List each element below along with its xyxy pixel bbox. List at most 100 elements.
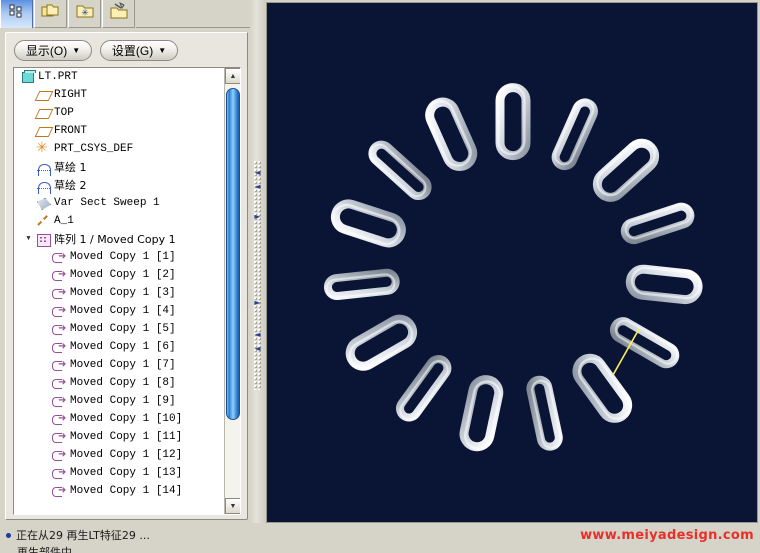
tree-item[interactable]: Moved Copy 1 [8] — [14, 374, 225, 392]
scroll-up-button[interactable]: ▲ — [225, 68, 240, 84]
tree-item-label: Moved Copy 1 [11] — [70, 431, 183, 443]
tree-item-label: Moved Copy 1 [14] — [70, 485, 183, 497]
tree-item[interactable]: Moved Copy 1 [14] — [14, 482, 225, 500]
tree-item-label: Var Sect Sweep 1 — [54, 197, 160, 209]
status-bar: 正在从29 再生LT特征29 ... 再生部件中… www.meiyadesig… — [0, 523, 760, 553]
scrollbar-track[interactable] — [225, 84, 240, 498]
tree-item[interactable]: Moved Copy 1 [11] — [14, 428, 225, 446]
chain-link[interactable] — [396, 356, 452, 424]
moved-copy-icon — [52, 303, 67, 319]
chain-link[interactable] — [629, 266, 701, 301]
status-bullet-icon — [6, 532, 11, 538]
moved-copy-icon — [52, 429, 67, 445]
chain-link[interactable] — [622, 203, 694, 243]
tree-item-label: Moved Copy 1 [3] — [70, 287, 176, 299]
tree-item[interactable]: PRT_CSYS_DEF — [14, 140, 225, 158]
folders-icon — [41, 2, 61, 25]
chain-link[interactable] — [423, 96, 477, 171]
moved-copy-icon — [52, 249, 67, 265]
panel-splitter[interactable]: ◄ ◄ ► ► ◄ ◄ — [250, 0, 266, 523]
show-menu-button[interactable]: 显示(O) ▼ — [14, 40, 92, 61]
chain-link[interactable] — [367, 140, 432, 201]
chain-link[interactable] — [551, 98, 597, 169]
moved-copy-icon — [52, 447, 67, 463]
tree-item-label: LT.PRT — [38, 71, 78, 83]
tree-item[interactable]: Moved Copy 1 [2] — [14, 266, 225, 284]
settings-menu-button[interactable]: 设置(G) ▼ — [100, 40, 178, 61]
part-icon — [20, 70, 36, 84]
tree-item[interactable]: LT.PRT — [14, 68, 225, 86]
chain-link[interactable] — [591, 136, 661, 203]
chain-link[interactable] — [330, 200, 405, 248]
tree-item[interactable]: Moved Copy 1 [13] — [14, 464, 225, 482]
chain-links — [326, 86, 701, 451]
tree-item[interactable]: Moved Copy 1 [12] — [14, 446, 225, 464]
splitter-expand-right-icon[interactable]: ► — [253, 212, 262, 221]
splitter-collapse-left-icon[interactable]: ◄ — [253, 330, 262, 339]
moved-copy-icon — [52, 465, 67, 481]
splitter-collapse-left-icon[interactable]: ◄ — [253, 168, 262, 177]
tree-item-label: Moved Copy 1 [8] — [70, 377, 176, 389]
tree-item[interactable]: A_1 — [14, 212, 225, 230]
tree-item[interactable]: Moved Copy 1 [10] — [14, 410, 225, 428]
tree-vertical-scrollbar[interactable]: ▲ ▼ — [224, 68, 240, 514]
tree-item[interactable]: 草绘 1 — [14, 158, 225, 176]
graphics-viewport[interactable] — [266, 2, 758, 523]
chain-link[interactable] — [498, 86, 526, 156]
chain-link[interactable] — [529, 378, 562, 450]
scroll-down-button[interactable]: ▼ — [225, 498, 240, 514]
splitter-expand-right-icon[interactable]: ► — [253, 298, 262, 307]
status-message-text: 正在从29 再生LT特征29 ... — [16, 529, 150, 542]
tree-item[interactable]: Moved Copy 1 [5] — [14, 320, 225, 338]
plane-icon — [36, 106, 51, 120]
tree-item[interactable]: Moved Copy 1 [1] — [14, 248, 225, 266]
tree-item-label: PRT_CSYS_DEF — [54, 143, 134, 155]
folder-browser-tab[interactable] — [34, 0, 67, 28]
model-tree-icon — [8, 3, 26, 26]
tree-item-label: Moved Copy 1 [9] — [70, 395, 176, 407]
splitter-collapse-left-icon[interactable]: ◄ — [253, 344, 262, 353]
tree-item[interactable]: Moved Copy 1 [4] — [14, 302, 225, 320]
tree-item-label: Moved Copy 1 [10] — [70, 413, 183, 425]
tree-item[interactable]: Moved Copy 1 [6] — [14, 338, 225, 356]
tree-item[interactable]: Moved Copy 1 [9] — [14, 392, 225, 410]
moved-copy-icon — [52, 483, 67, 499]
plane-icon — [36, 124, 51, 138]
tree-item[interactable]: Moved Copy 1 [3] — [14, 284, 225, 302]
tree-expand-toggle[interactable]: ▼ — [23, 234, 34, 245]
chain-link[interactable] — [326, 272, 397, 299]
tree-item-label: Moved Copy 1 [6] — [70, 341, 176, 353]
tree-item[interactable]: FRONT — [14, 122, 225, 140]
show-menu-label: 显示(O) — [25, 44, 68, 58]
chain-link[interactable] — [572, 352, 635, 425]
scrollbar-thumb[interactable] — [226, 88, 240, 420]
tree-item[interactable]: RIGHT — [14, 86, 225, 104]
tree-item[interactable]: TOP — [14, 104, 225, 122]
tree-item[interactable]: ▼ 阵列 1 / Moved Copy 1 — [14, 230, 225, 248]
model-tree-listbox[interactable]: LT.PRT RIGHT TOP FRONT PRT_CSYS_DEF 草绘 1 草绘 2 V… — [13, 67, 241, 515]
chain-link[interactable] — [461, 377, 502, 451]
tree-item-label: Moved Copy 1 [5] — [70, 323, 176, 335]
tree-item-label: 草绘 1 — [54, 161, 87, 174]
sweep-icon — [36, 196, 51, 210]
tree-item[interactable]: 草绘 2 — [14, 176, 225, 194]
tree-item[interactable]: Var Sect Sweep 1 — [14, 194, 225, 212]
chain-link[interactable] — [344, 314, 418, 373]
tree-item-label: A_1 — [54, 215, 74, 227]
model-tree-items: LT.PRT RIGHT TOP FRONT PRT_CSYS_DEF 草绘 1 草绘 2 V… — [14, 68, 225, 514]
moved-copy-icon — [52, 285, 67, 301]
triangle-up-icon: ▲ — [229, 72, 237, 80]
tree-item[interactable]: Moved Copy 1 [7] — [14, 356, 225, 374]
favorites-folder-tab[interactable]: ✳ — [68, 0, 101, 28]
moved-copy-icon — [52, 411, 67, 427]
model-tree-tab[interactable] — [0, 0, 33, 28]
splitter-collapse-left-icon[interactable]: ◄ — [253, 182, 262, 191]
working-directory-tab[interactable] — [102, 0, 135, 28]
splitter-grip[interactable] — [253, 160, 261, 390]
tree-item-label: Moved Copy 1 [2] — [70, 269, 176, 281]
navigator-tabstrip: ✳ — [0, 0, 250, 28]
folder-star-icon: ✳ — [75, 2, 95, 25]
tree-item-label: Moved Copy 1 [13] — [70, 467, 183, 479]
sketch-icon — [36, 160, 51, 176]
moved-copy-icon — [52, 357, 67, 373]
